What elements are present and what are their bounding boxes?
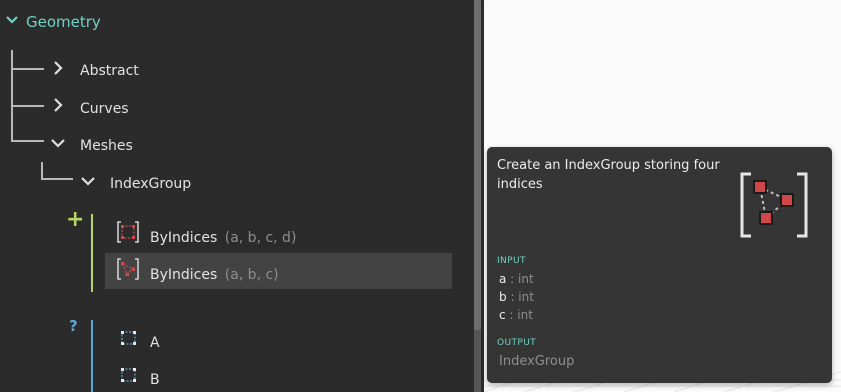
chevron-down-icon[interactable] (4, 12, 20, 28)
tree-line (41, 178, 73, 180)
category-geometry-label[interactable]: Geometry (26, 14, 101, 30)
category-meshes-label[interactable]: Meshes (80, 138, 133, 154)
index-group-three-icon (740, 172, 808, 238)
create-section-plus-icon: + (66, 207, 85, 232)
tooltip-input-a: a : int (499, 272, 534, 286)
node-tooltip: Create an IndexGroup storing four indice… (487, 147, 832, 383)
index-group-three-icon (117, 258, 139, 280)
node-params: (a, b, c, d) (224, 230, 297, 246)
index-group-four-icon (117, 221, 139, 243)
chevron-right-icon[interactable] (50, 97, 66, 113)
tooltip-description: Create an IndexGroup storing four indice… (497, 158, 720, 192)
subcategory-indexgroup-label[interactable]: IndexGroup (110, 176, 191, 192)
tree-line (11, 105, 44, 107)
tree-line (11, 50, 13, 141)
node-byindices-abcd[interactable]: ByIndices (a, b, c, d) (150, 230, 296, 246)
tooltip-input-b: b : int (499, 290, 534, 304)
tooltip-input-heading: INPUT (497, 256, 526, 266)
query-section-question-icon: ? (69, 317, 78, 335)
tree-line (11, 140, 44, 142)
chevron-right-icon[interactable] (50, 60, 66, 76)
node-query-b[interactable]: B (150, 372, 160, 388)
create-section-line (91, 214, 93, 292)
library-panel: Geometry Abstract Curves Meshes IndexGro… (0, 0, 484, 392)
query-section-line (91, 320, 93, 392)
chevron-down-icon[interactable] (50, 135, 66, 151)
node-query-a[interactable]: A (150, 335, 160, 351)
chevron-down-icon[interactable] (80, 173, 96, 189)
node-label: ByIndices (150, 230, 218, 246)
query-b-icon (121, 368, 136, 382)
category-curves-label[interactable]: Curves (80, 101, 129, 117)
tooltip-input-c: c : int (499, 308, 533, 322)
node-byindices-abc[interactable]: ByIndices (a, b, c) (150, 267, 279, 283)
category-abstract-label[interactable]: Abstract (80, 63, 139, 79)
query-a-icon (121, 331, 136, 345)
tooltip-output-type: IndexGroup (499, 354, 575, 369)
tooltip-output-heading: OUTPUT (497, 338, 537, 348)
tree-line (11, 68, 44, 70)
library-scrollbar-thumb[interactable] (474, 0, 481, 330)
node-label: ByIndices (150, 267, 218, 283)
node-params: (a, b, c) (224, 267, 279, 283)
